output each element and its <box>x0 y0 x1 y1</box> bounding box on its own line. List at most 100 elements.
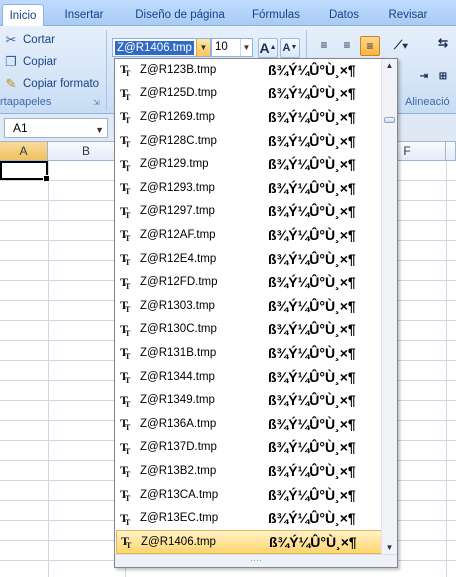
name-box[interactable]: A1 ▼ <box>4 118 108 138</box>
truetype-font-icon: TT <box>120 298 131 315</box>
merge-center-button[interactable]: ⊞ <box>433 68 453 88</box>
font-list-item[interactable]: TT Z@R1406.tmp ß¾Ý¼Û°Ù¸×¶ <box>116 530 382 554</box>
truetype-font-icon: TT <box>120 251 131 268</box>
truetype-font-icon: TT <box>120 203 131 220</box>
font-list-item[interactable]: TT Z@R131B.tmp ß¾Ý¼Û°Ù¸×¶ <box>116 341 382 365</box>
scrollbar[interactable]: ▲ ▼ <box>381 59 397 555</box>
grid-line <box>48 161 49 577</box>
scroll-down-icon[interactable]: ▼ <box>382 541 397 555</box>
truetype-font-icon: TT <box>120 487 131 504</box>
font-list-item[interactable]: TT Z@R1297.tmp ß¾Ý¼Û°Ù¸×¶ <box>116 200 382 224</box>
tab-inicio[interactable]: Inicio <box>2 4 44 27</box>
font-dropdown-list[interactable]: TT Z@R123B.tmp ß¾Ý¼Û°Ù¸×¶ TT Z@R125D.tmp ß¾Ý¼… <box>114 58 398 568</box>
clipboard-group-label: rtapapeles <box>0 96 52 108</box>
format-painter-label: Copiar formato <box>23 78 100 90</box>
scroll-up-icon[interactable]: ▲ <box>382 59 397 73</box>
column-header-a[interactable]: A <box>0 142 48 161</box>
grow-font-button[interactable]: A▲ <box>258 38 278 58</box>
tab-revisar[interactable]: Revisar <box>382 6 434 26</box>
wrap-text-button[interactable]: ⇆ <box>433 34 453 54</box>
font-list-item[interactable]: TT Z@R128C.tmp ß¾Ý¼Û°Ù¸×¶ <box>116 129 382 153</box>
dialog-launcher-icon[interactable]: ⇲ <box>93 98 100 107</box>
font-list-item[interactable]: TT Z@R1293.tmp ß¾Ý¼Û°Ù¸×¶ <box>116 176 382 200</box>
chevron-down-icon[interactable]: ▼ <box>240 39 252 56</box>
font-list-item-name: Z@R12AF.tmp <box>140 228 216 241</box>
shrink-font-button[interactable]: A▼ <box>280 38 300 58</box>
font-list-item[interactable]: TT Z@R13B2.tmp ß¾Ý¼Û°Ù¸×¶ <box>116 459 382 483</box>
font-list-item[interactable]: TT Z@R137D.tmp ß¾Ý¼Û°Ù¸×¶ <box>116 436 382 460</box>
font-name-value: Z@R1406.tmp <box>115 40 194 55</box>
font-list-item[interactable]: TT Z@R130C.tmp ß¾Ý¼Û°Ù¸×¶ <box>116 318 382 342</box>
font-list-item[interactable]: TT Z@R12E4.tmp ß¾Ý¼Û°Ù¸×¶ <box>116 247 382 271</box>
font-preview-sample: ß¾Ý¼Û°Ù¸×¶ <box>268 415 356 432</box>
font-list-item[interactable]: TT Z@R125D.tmp ß¾Ý¼Û°Ù¸×¶ <box>116 82 382 106</box>
font-list-item[interactable]: TT Z@R136A.tmp ß¾Ý¼Û°Ù¸×¶ <box>116 412 382 436</box>
increase-indent-button[interactable]: ⇥ <box>414 68 434 88</box>
font-preview-sample: ß¾Ý¼Û°Ù¸×¶ <box>268 439 356 456</box>
font-preview-sample: ß¾Ý¼Û°Ù¸×¶ <box>268 85 356 102</box>
tab-datos[interactable]: Datos <box>324 6 364 26</box>
font-list-item[interactable]: TT Z@R129.tmp ß¾Ý¼Û°Ù¸×¶ <box>116 152 382 176</box>
align-top-button[interactable]: ≡ <box>314 36 334 56</box>
font-size-combobox[interactable]: 10 ▼ <box>211 38 253 57</box>
font-list-item-name: Z@R1269.tmp <box>140 110 215 123</box>
font-list-item[interactable]: TT Z@R1349.tmp ß¾Ý¼Û°Ù¸×¶ <box>116 388 382 412</box>
font-list-item-name: Z@R12FD.tmp <box>140 276 218 289</box>
tab-insertar[interactable]: Insertar <box>56 6 112 26</box>
copy-icon: ❐ <box>5 54 17 69</box>
font-list-item-name: Z@R1293.tmp <box>140 181 215 194</box>
copy-label: Copiar <box>23 56 57 68</box>
resize-grip[interactable]: ···· <box>115 554 397 567</box>
grow-font-label: A <box>259 40 270 56</box>
cut-label: Cortar <box>23 34 55 46</box>
truetype-font-icon: TT <box>120 85 131 102</box>
font-preview-sample: ß¾Ý¼Û°Ù¸×¶ <box>268 392 356 409</box>
font-list-item[interactable]: TT Z@R1269.tmp ß¾Ý¼Û°Ù¸×¶ <box>116 105 382 129</box>
cut-button[interactable]: ✂ Cortar <box>3 32 55 48</box>
font-preview-sample: ß¾Ý¼Û°Ù¸×¶ <box>268 462 356 479</box>
active-cell[interactable] <box>0 161 50 182</box>
font-list-item[interactable]: TT Z@R12FD.tmp ß¾Ý¼Û°Ù¸×¶ <box>116 270 382 294</box>
font-list-item-name: Z@R136A.tmp <box>140 417 217 430</box>
ribbon-tab-bar: Inicio Insertar Diseño de página Fórmula… <box>0 0 456 27</box>
font-list-item[interactable]: TT Z@R1344.tmp ß¾Ý¼Û°Ù¸×¶ <box>116 365 382 389</box>
font-list-item[interactable]: TT Z@R13EC.tmp ß¾Ý¼Û°Ù¸×¶ <box>116 506 382 530</box>
format-painter-button[interactable]: ✎ Copiar formato <box>3 76 100 92</box>
font-list-item-name: Z@R1297.tmp <box>140 205 215 218</box>
truetype-font-icon: TT <box>120 109 131 126</box>
orientation-button[interactable]: ⟋▾ <box>388 36 414 56</box>
align-bottom-button[interactable]: ≡ <box>360 36 380 56</box>
font-preview-sample: ß¾Ý¼Û°Ù¸×¶ <box>268 297 356 314</box>
column-header-g[interactable] <box>446 142 456 161</box>
chevron-down-icon[interactable]: ▼ <box>196 39 210 56</box>
shrink-font-label: A <box>282 42 291 54</box>
truetype-font-icon: TT <box>120 274 131 291</box>
font-preview-sample: ß¾Ý¼Û°Ù¸×¶ <box>269 533 357 550</box>
grid-line <box>446 161 447 577</box>
font-preview-sample: ß¾Ý¼Û°Ù¸×¶ <box>268 203 356 220</box>
align-middle-button[interactable]: ≡ <box>337 36 357 56</box>
font-list-item[interactable]: TT Z@R12AF.tmp ß¾Ý¼Û°Ù¸×¶ <box>116 223 382 247</box>
font-list-item-name: Z@R130C.tmp <box>140 323 217 336</box>
chevron-down-icon[interactable]: ▼ <box>95 121 104 139</box>
font-list-item-name: Z@R128C.tmp <box>140 134 217 147</box>
font-list-item-name: Z@R1406.tmp <box>141 535 216 548</box>
truetype-font-icon: TT <box>120 321 131 338</box>
font-list-item-name: Z@R1344.tmp <box>140 370 215 383</box>
font-preview-sample: ß¾Ý¼Û°Ù¸×¶ <box>268 368 356 385</box>
tab-diseno-pagina[interactable]: Diseño de página <box>124 6 236 26</box>
truetype-font-icon: TT <box>120 345 131 362</box>
font-list-item[interactable]: TT Z@R13CA.tmp ß¾Ý¼Û°Ù¸×¶ <box>116 483 382 507</box>
scroll-thumb[interactable] <box>384 117 395 123</box>
scissors-icon: ✂ <box>5 32 17 47</box>
truetype-font-icon: TT <box>120 156 131 173</box>
font-name-combobox[interactable]: Z@R1406.tmp ▼ <box>112 38 211 57</box>
truetype-font-icon: TT <box>120 463 131 480</box>
tab-formulas[interactable]: Fórmulas <box>246 6 306 26</box>
copy-button[interactable]: ❐ Copiar <box>3 54 57 70</box>
font-list-item-name: Z@R125D.tmp <box>140 87 217 100</box>
font-list-item[interactable]: TT Z@R123B.tmp ß¾Ý¼Û°Ù¸×¶ <box>116 59 382 82</box>
font-list-item[interactable]: TT Z@R1303.tmp ß¾Ý¼Û°Ù¸×¶ <box>116 294 382 318</box>
truetype-font-icon: TT <box>120 180 131 197</box>
font-list-item-name: Z@R13CA.tmp <box>140 488 219 501</box>
